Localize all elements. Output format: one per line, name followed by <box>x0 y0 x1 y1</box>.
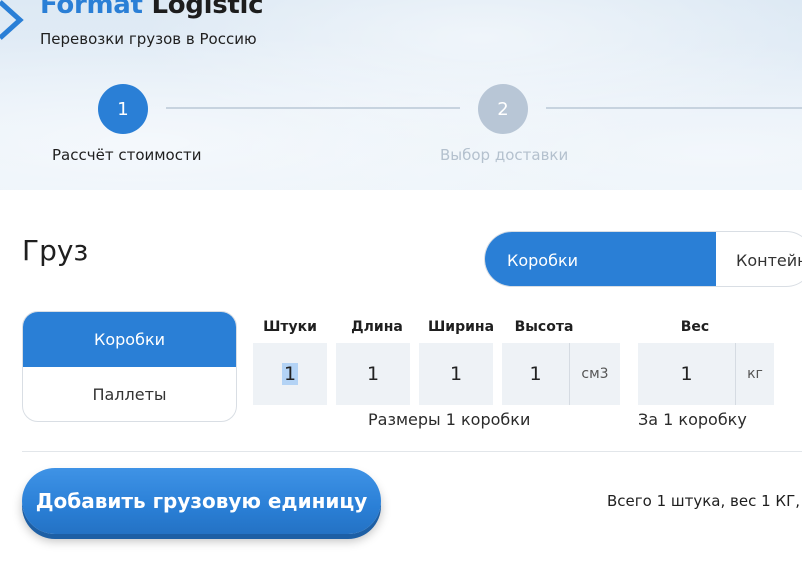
brand-name[interactable]: Format Logistic <box>40 0 264 20</box>
label-width: Ширина <box>427 319 495 335</box>
weight-value: 1 <box>680 363 693 385</box>
quantity-input[interactable]: 1 <box>253 343 327 405</box>
width-value: 1 <box>449 363 463 385</box>
unit-type-toggle: Коробки Паллеты <box>22 311 237 422</box>
dimension-unit: см3 <box>581 366 609 382</box>
step-1-label: Рассчёт стоимости <box>52 146 202 164</box>
quantity-value: 1 <box>281 363 299 385</box>
logo-icon[interactable] <box>0 0 26 52</box>
dimensions-caption: Размеры 1 коробки <box>368 410 531 429</box>
add-cargo-unit-button[interactable]: Добавить грузовую единицу <box>22 468 381 534</box>
weight-unit: кг <box>747 366 763 382</box>
section-title: Груз <box>22 234 89 267</box>
site-header: Format Logistic Перевозки грузов в Росси… <box>0 0 802 190</box>
cargo-summary: Всего 1 штука, вес 1 КГ, о <box>607 492 802 510</box>
step-connector <box>546 107 802 109</box>
weight-caption: За 1 коробку <box>638 410 747 429</box>
length-value: 1 <box>366 363 380 385</box>
unit-option-pallets[interactable]: Паллеты <box>23 367 236 421</box>
tagline: Перевозки грузов в Россию <box>40 30 257 48</box>
unit-option-boxes[interactable]: Коробки <box>23 312 236 367</box>
height-value: 1 <box>529 363 542 385</box>
divider <box>22 451 802 452</box>
type-option-boxes[interactable]: Коробки <box>485 232 716 286</box>
type-option-container[interactable]: Контейне <box>716 232 802 286</box>
weight-input[interactable]: 1 кг <box>638 343 774 405</box>
width-input[interactable]: 1 <box>419 343 493 405</box>
length-input[interactable]: 1 <box>336 343 410 405</box>
step-1-indicator[interactable]: 1 <box>98 84 148 134</box>
step-2-indicator[interactable]: 2 <box>478 84 528 134</box>
brand-part-2: Logistic <box>151 0 264 20</box>
label-length: Длина <box>351 319 403 335</box>
label-height: Высота <box>514 319 574 335</box>
step-connector <box>166 107 460 109</box>
step-2-label: Выбор доставки <box>440 146 569 164</box>
cargo-type-toggle: Коробки Контейне <box>484 231 802 287</box>
label-weight: Вес <box>680 319 710 335</box>
label-quantity: Штуки <box>263 319 317 335</box>
brand-part-1: Format <box>40 0 143 20</box>
height-input[interactable]: 1 см3 <box>502 343 620 405</box>
